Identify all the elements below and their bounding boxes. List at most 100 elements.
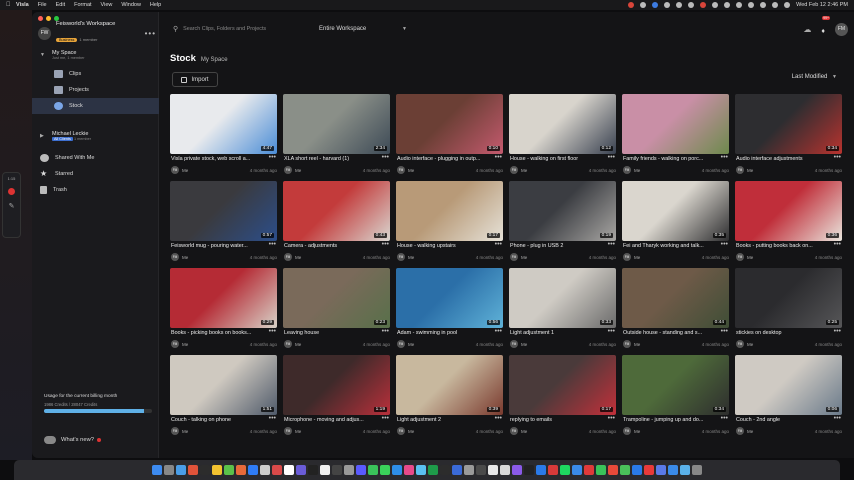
dock-app-icon[interactable] xyxy=(644,465,654,475)
clip-thumbnail[interactable]: 0:17 xyxy=(396,181,503,241)
workspace-switcher[interactable]: FW Feisworld's Workspace Business 1 membe… xyxy=(38,21,156,44)
more-options-icon[interactable]: ••• xyxy=(495,154,502,161)
clip-thumbnail[interactable]: 2:34 xyxy=(283,94,390,154)
more-options-icon[interactable]: ••• xyxy=(721,154,728,161)
dock-app-icon[interactable] xyxy=(488,465,498,475)
clip-thumbnail[interactable]: 0:43 xyxy=(283,181,390,241)
clip-card[interactable]: 0:25 stickies on desktop ••• FM Me 4 months a… xyxy=(735,268,842,353)
clip-title[interactable]: Microphone - moving and adjus... xyxy=(284,417,380,423)
dock-app-icon[interactable] xyxy=(176,465,186,475)
clip-card[interactable]: 0:57 Feisworld mug - pouring water... ••• F… xyxy=(170,181,277,266)
more-options-icon[interactable]: ••• xyxy=(382,328,389,335)
clip-title[interactable]: Phone - plug in USB 2 xyxy=(510,243,606,249)
clip-title[interactable]: Light adjustment 1 xyxy=(510,330,606,336)
dock-app-icon[interactable] xyxy=(596,465,606,475)
clip-thumbnail[interactable]: 0:57 xyxy=(170,181,277,241)
clip-card[interactable]: 0:34 Audio interface adjustments ••• FM Me 4 … xyxy=(735,94,842,179)
my-space-section[interactable]: ▼ My Space Just me, 1 member xyxy=(32,48,159,62)
dock-app-icon[interactable] xyxy=(260,465,270,475)
clip-thumbnail[interactable]: 1:51 xyxy=(170,355,277,415)
clip-card[interactable]: Family friends - walking on porc... ••• FM… xyxy=(622,94,729,179)
more-options-icon[interactable]: ••• xyxy=(608,415,615,422)
clip-card[interactable]: 0:17 House - walking upstairs ••• FM Me 4 mon… xyxy=(396,181,503,266)
clip-title[interactable]: Couch - 2nd angle xyxy=(736,417,832,423)
clip-thumbnail[interactable]: 0:35 xyxy=(622,181,729,241)
more-options-icon[interactable]: ••• xyxy=(608,328,615,335)
import-button[interactable]: Import xyxy=(172,72,218,87)
more-options-icon[interactable]: ••• xyxy=(382,154,389,161)
dock-app-icon[interactable] xyxy=(416,465,426,475)
control-center-icon[interactable] xyxy=(784,2,791,8)
clip-title[interactable]: Books - picking books on books... xyxy=(171,330,267,336)
status-app-icon[interactable] xyxy=(628,2,635,8)
status-app-icon[interactable] xyxy=(712,2,719,8)
clip-thumbnail[interactable]: 0:17 xyxy=(509,355,616,415)
battery-icon[interactable] xyxy=(748,2,755,8)
search-box[interactable]: ⚲ Search Clips, Folders and Projects xyxy=(173,25,291,33)
dock-app-icon[interactable] xyxy=(428,465,438,475)
clip-card[interactable]: 0:17 replying to emails ••• FM Me 4 months ag… xyxy=(509,355,616,440)
dock-app-icon[interactable] xyxy=(452,465,462,475)
clip-card[interactable]: 0:06 Couch - 2nd angle ••• FM Me 4 months ago xyxy=(735,355,842,440)
dock-app-icon[interactable] xyxy=(188,465,198,475)
more-options-icon[interactable]: ••• xyxy=(608,241,615,248)
status-app-icon[interactable] xyxy=(676,2,683,8)
user-avatar[interactable]: FM xyxy=(835,22,848,36)
clip-thumbnail[interactable]: 0:34 xyxy=(735,94,842,154)
more-options-icon[interactable]: ••• xyxy=(721,241,728,248)
more-options-icon[interactable]: ••• xyxy=(269,241,276,248)
dock-app-icon[interactable] xyxy=(512,465,522,475)
dock-app-icon[interactable] xyxy=(368,465,378,475)
notifications-button[interactable]: ♦ 99+ xyxy=(821,16,830,38)
status-app-icon[interactable] xyxy=(700,2,707,8)
cloud-upload-icon[interactable]: ☁ xyxy=(803,25,811,34)
more-options-icon[interactable]: ••• xyxy=(834,328,841,335)
clip-thumbnail[interactable]: 0:12 xyxy=(509,94,616,154)
menu-format[interactable]: Format xyxy=(74,2,91,8)
dock-app-icon[interactable] xyxy=(284,465,294,475)
clip-thumbnail[interactable]: 0:29 xyxy=(170,268,277,328)
more-options-icon[interactable]: ••• xyxy=(495,241,502,248)
dock-app-icon[interactable] xyxy=(632,465,642,475)
chevron-down-icon[interactable]: ▼ xyxy=(40,52,48,58)
dock-app-icon[interactable] xyxy=(680,465,690,475)
clip-title[interactable]: XLA short reel - harvard (1) xyxy=(284,156,380,162)
apple-icon[interactable]:  xyxy=(6,2,16,8)
scope-select[interactable]: Entire Workspace ▼ xyxy=(315,22,411,36)
dock-app-icon[interactable] xyxy=(224,465,234,475)
more-options-icon[interactable]: ••• xyxy=(834,154,841,161)
dock-app-icon[interactable] xyxy=(524,465,534,475)
clip-thumbnail[interactable]: 1:19 xyxy=(283,355,390,415)
clip-title[interactable]: Trampoline - jumping up and do... xyxy=(623,417,719,423)
clip-thumbnail[interactable]: 0:36 xyxy=(735,181,842,241)
dock-app-icon[interactable] xyxy=(296,465,306,475)
clip-card[interactable]: 0:23 Leaving house ••• FM Me 4 months ago xyxy=(283,268,390,353)
dock-app-icon[interactable] xyxy=(248,465,258,475)
dock-app-icon[interactable] xyxy=(620,465,630,475)
dock-app-icon[interactable] xyxy=(200,465,210,475)
clip-title[interactable]: Audio interface - plugging in outp... xyxy=(397,156,493,162)
clip-title[interactable]: Audio interface adjustments xyxy=(736,156,832,162)
clip-thumbnail[interactable]: 0:10 xyxy=(396,94,503,154)
more-options-icon[interactable]: ••• xyxy=(608,154,615,161)
minimize-window-icon[interactable] xyxy=(46,16,51,21)
dock-app-icon[interactable] xyxy=(548,465,558,475)
clip-card[interactable]: 0:29 Books - picking books on books... •••… xyxy=(170,268,277,353)
status-app-icon[interactable] xyxy=(688,2,695,8)
clip-title[interactable]: Camera - adjustments xyxy=(284,243,380,249)
dock-app-icon[interactable] xyxy=(668,465,678,475)
dock-app-icon[interactable] xyxy=(380,465,390,475)
menu-file[interactable]: File xyxy=(38,2,47,8)
clip-card[interactable]: 0:44 Outside house - standing and s... •••… xyxy=(622,268,729,353)
dock-app-icon[interactable] xyxy=(584,465,594,475)
status-app-icon[interactable] xyxy=(640,2,647,8)
dock-app-icon[interactable] xyxy=(464,465,474,475)
more-options-icon[interactable]: ••• xyxy=(382,241,389,248)
page-subtitle[interactable]: My Space xyxy=(201,57,228,63)
dock-app-icon[interactable] xyxy=(320,465,330,475)
dock-app-icon[interactable] xyxy=(344,465,354,475)
menu-app-name[interactable]: Visla xyxy=(16,2,29,8)
more-options-icon[interactable]: ••• xyxy=(721,415,728,422)
clip-title[interactable]: Books - putting books back on... xyxy=(736,243,832,249)
more-options-icon[interactable]: ••• xyxy=(721,328,728,335)
